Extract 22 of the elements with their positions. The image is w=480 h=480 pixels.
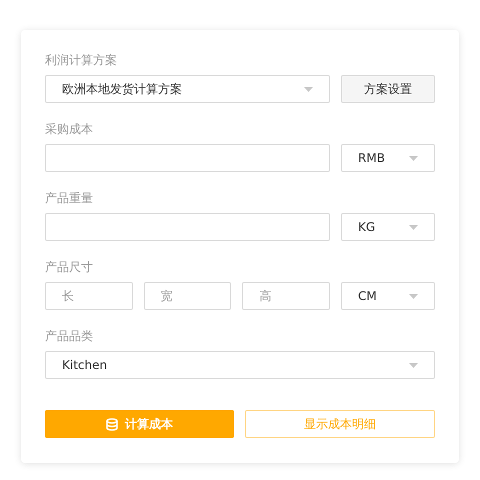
caret-icon — [409, 294, 418, 298]
dimension-field[interactable]: 长 — [45, 282, 133, 310]
caret-icon — [304, 86, 313, 92]
caret-icon — [409, 362, 418, 368]
dimension-field[interactable]: 高 — [242, 282, 330, 310]
field-label: 产品重量 — [45, 190, 94, 206]
dimension-field[interactable]: 宽 — [144, 282, 232, 310]
input-field[interactable] — [45, 213, 330, 241]
unit-select[interactable]: CM — [341, 282, 436, 310]
field-label: 利润计算方案 — [45, 52, 118, 68]
database-icon — [106, 418, 118, 430]
field-label: 采购成本 — [45, 121, 94, 137]
field-label: 产品尺寸 — [45, 259, 94, 275]
caret-icon — [409, 156, 418, 160]
unit-select[interactable]: RMB — [341, 144, 435, 172]
field-label: 产品品类 — [45, 328, 94, 344]
category-select[interactable]: Kitchen — [45, 351, 435, 379]
plan-settings-button[interactable]: 方案设置 — [341, 75, 435, 103]
caret-icon — [409, 224, 418, 230]
input-field[interactable] — [45, 144, 330, 172]
plan-select[interactable]: 欧洲本地发货计算方案 — [45, 75, 330, 103]
unit-select[interactable]: KG — [341, 213, 435, 241]
